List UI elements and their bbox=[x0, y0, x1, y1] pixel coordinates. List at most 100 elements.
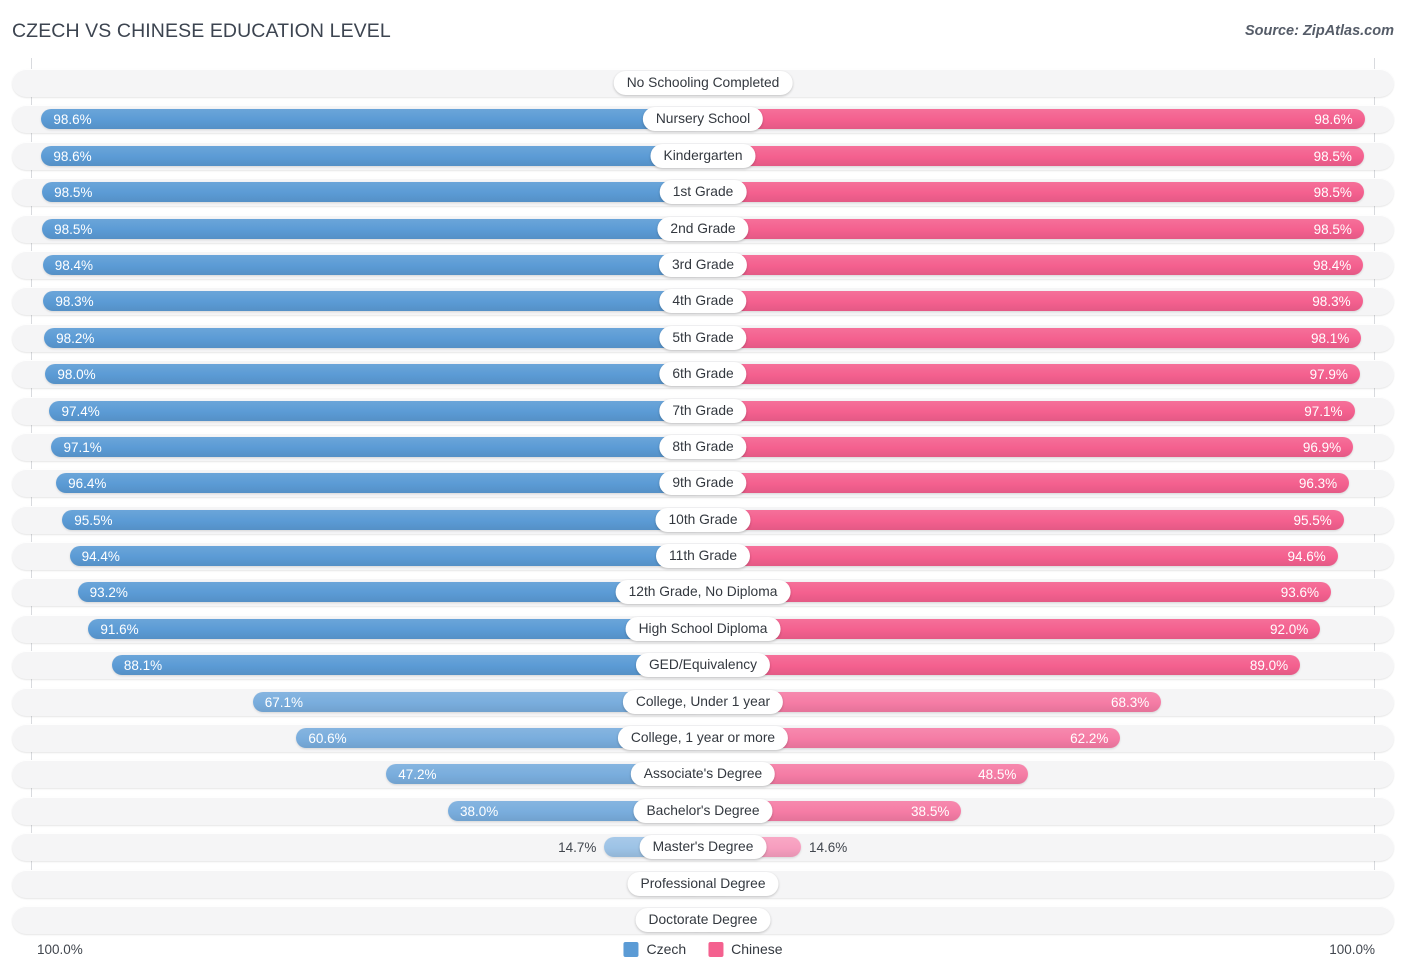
value-label-chinese: 68.3% bbox=[1111, 694, 1150, 710]
value-label-chinese: 98.1% bbox=[1310, 330, 1350, 346]
axis-label-left: 100.0% bbox=[37, 942, 83, 957]
value-label-czech: 98.4% bbox=[54, 257, 94, 273]
legend-item-chinese[interactable]: Chinese bbox=[708, 941, 783, 957]
value-label-czech: 67.1% bbox=[264, 694, 304, 710]
bar-chinese bbox=[703, 509, 1344, 530]
bar-chinese bbox=[703, 618, 1321, 639]
bar-czech bbox=[41, 109, 703, 130]
chart-row: 38.0% 38.5% Bachelor's Degree bbox=[0, 793, 1406, 829]
category-label: 6th Grade bbox=[659, 362, 747, 387]
value-label-czech: 98.5% bbox=[54, 185, 93, 201]
legend-label: Chinese bbox=[731, 941, 783, 957]
category-label: Bachelor's Degree bbox=[633, 798, 773, 823]
legend-swatch-icon bbox=[623, 941, 639, 957]
value-label-chinese: 89.0% bbox=[1249, 658, 1289, 674]
value-label-czech: 98.2% bbox=[56, 330, 95, 346]
value-label-chinese: 97.9% bbox=[1309, 367, 1348, 383]
chart-rows: 1.5%1.5%No Schooling Completed98.6%98.6%… bbox=[0, 65, 1406, 938]
category-label: 2nd Grade bbox=[657, 216, 749, 241]
bar-czech bbox=[44, 327, 703, 348]
bar-czech bbox=[42, 218, 703, 239]
bar-chinese bbox=[703, 473, 1350, 494]
category-label: 12th Grade, No Diploma bbox=[615, 580, 791, 605]
bar-chinese bbox=[703, 254, 1364, 275]
bar-czech bbox=[62, 509, 703, 530]
value-label-chinese: 96.3% bbox=[1298, 476, 1338, 492]
page-title: CZECH VS CHINESE EDUCATION LEVEL bbox=[12, 20, 391, 42]
category-label: 8th Grade bbox=[659, 434, 747, 459]
axis-label-right: 100.0% bbox=[1329, 942, 1375, 957]
value-label-czech: 91.6% bbox=[100, 621, 139, 637]
category-label: Kindergarten bbox=[650, 143, 756, 168]
chart-row: 97.4% 97.1% 7th Grade bbox=[0, 393, 1406, 429]
chart-row: 14.7% 14.6% Master's Degree bbox=[0, 829, 1406, 865]
value-label-chinese: 98.5% bbox=[1313, 221, 1352, 237]
chart-row: 67.1% 68.3% College, Under 1 year bbox=[0, 684, 1406, 720]
bar-czech bbox=[42, 254, 703, 275]
category-label: No Schooling Completed bbox=[613, 71, 793, 95]
category-label: 10th Grade bbox=[655, 507, 751, 532]
bar-chinese bbox=[703, 364, 1360, 385]
chart-row: 98.3% 98.3% 4th Grade bbox=[0, 283, 1406, 319]
value-label-czech: 60.6% bbox=[308, 731, 347, 747]
chart-row: 95.5% 95.5% 10th Grade bbox=[0, 502, 1406, 538]
bar-chinese bbox=[703, 291, 1363, 312]
chart-row: 98.0% 97.9% 6th Grade bbox=[0, 356, 1406, 392]
bar-czech bbox=[45, 364, 703, 385]
bar-chinese bbox=[703, 218, 1364, 239]
bar-chinese bbox=[703, 145, 1364, 166]
category-label: 5th Grade bbox=[659, 325, 747, 350]
chart-row: 98.6% 98.5% Kindergarten bbox=[0, 138, 1406, 174]
diverging-bar-chart: 1.5%1.5%No Schooling Completed98.6%98.6%… bbox=[0, 58, 1406, 938]
category-label: 1st Grade bbox=[659, 180, 747, 205]
chart-row: 97.1% 96.9% 8th Grade bbox=[0, 429, 1406, 465]
category-label: Professional Degree bbox=[627, 871, 779, 896]
chart-header: CZECH VS CHINESE EDUCATION LEVEL Source:… bbox=[0, 0, 1406, 58]
value-label-chinese: 97.1% bbox=[1304, 403, 1343, 419]
bar-czech bbox=[88, 618, 703, 639]
bar-czech bbox=[41, 145, 703, 166]
value-label-czech: 98.3% bbox=[55, 294, 94, 310]
chart-row: 94.4% 94.6% 11th Grade bbox=[0, 538, 1406, 574]
chart-row: 60.6% 62.2% College, 1 year or more bbox=[0, 720, 1406, 756]
chart-row: 98.5% 98.5% 1st Grade bbox=[0, 174, 1406, 210]
source-attribution: Source: ZipAtlas.com bbox=[1244, 23, 1394, 39]
category-label: 7th Grade bbox=[659, 398, 747, 423]
value-label-czech: 95.5% bbox=[74, 512, 113, 528]
category-label: 4th Grade bbox=[659, 289, 747, 314]
bar-czech bbox=[42, 182, 703, 203]
value-label-chinese: 62.2% bbox=[1070, 731, 1109, 747]
value-label-czech: 88.1% bbox=[123, 658, 163, 674]
bar-chinese bbox=[703, 436, 1354, 457]
legend-item-czech[interactable]: Czech bbox=[623, 941, 686, 957]
bar-chinese bbox=[703, 109, 1365, 130]
chart-row: 47.2% 48.5% Associate's Degree bbox=[0, 756, 1406, 792]
value-label-chinese: 96.9% bbox=[1302, 439, 1342, 455]
bar-czech bbox=[77, 582, 703, 603]
value-label-chinese: 93.6% bbox=[1280, 585, 1320, 601]
chart-row: 1.5%1.5%No Schooling Completed bbox=[0, 65, 1406, 101]
category-label: 9th Grade bbox=[659, 471, 747, 496]
category-label: Nursery School bbox=[642, 107, 764, 132]
chart-row: 98.2% 98.1% 5th Grade bbox=[0, 320, 1406, 356]
category-label: High School Diploma bbox=[625, 616, 781, 641]
value-label-chinese: 98.3% bbox=[1312, 294, 1351, 310]
value-label-chinese: 98.5% bbox=[1313, 148, 1352, 164]
chart-row: 88.1% 89.0% GED/Equivalency bbox=[0, 647, 1406, 683]
value-label-czech: 47.2% bbox=[398, 767, 437, 783]
bar-chinese bbox=[703, 327, 1362, 348]
chart-row: 98.5% 98.5% 2nd Grade bbox=[0, 211, 1406, 247]
bar-chinese bbox=[703, 546, 1338, 567]
bar-chinese bbox=[703, 582, 1332, 603]
chart-row: 91.6% 92.0% High School Diploma bbox=[0, 611, 1406, 647]
chart-row: 96.4% 96.3% 9th Grade bbox=[0, 465, 1406, 501]
value-label-czech: 97.4% bbox=[61, 403, 100, 419]
legend-swatch-icon bbox=[708, 941, 724, 957]
category-label: Associate's Degree bbox=[630, 762, 776, 787]
legend-label: Czech bbox=[646, 941, 687, 957]
chart-row: 98.4% 98.4% 3rd Grade bbox=[0, 247, 1406, 283]
value-label-chinese: 92.0% bbox=[1270, 621, 1309, 637]
chart-row: 1.9%1.8%Doctorate Degree bbox=[0, 902, 1406, 938]
value-label-czech: 96.4% bbox=[68, 476, 107, 492]
bar-czech bbox=[43, 291, 703, 312]
